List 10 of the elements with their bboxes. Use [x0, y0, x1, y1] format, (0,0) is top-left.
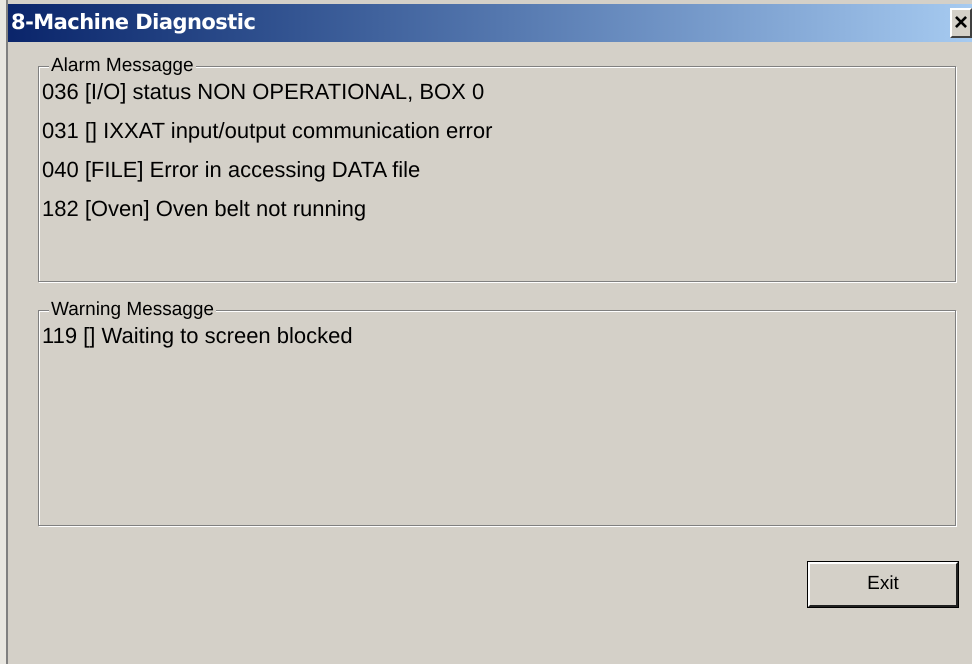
- message-text: 031 [] IXXAT input/output communication error: [42, 120, 492, 142]
- close-button[interactable]: ×: [950, 8, 972, 38]
- message-text: 119 [] Waiting to screen blocked: [42, 325, 353, 347]
- exit-button[interactable]: Exit: [808, 562, 958, 607]
- group-title: Alarm Messagge: [49, 54, 196, 78]
- message-text: 040 [FILE] Error in accessing DATA file: [42, 159, 420, 181]
- message-text: 036 [I/O] status NON OPERATIONAL, BOX 0: [42, 81, 484, 103]
- message-text: 182 [Oven] Oven belt not running: [42, 198, 366, 220]
- group-title: Warning Messagge: [49, 298, 216, 322]
- window-title: 8-Machine Diagnostic: [11, 9, 256, 36]
